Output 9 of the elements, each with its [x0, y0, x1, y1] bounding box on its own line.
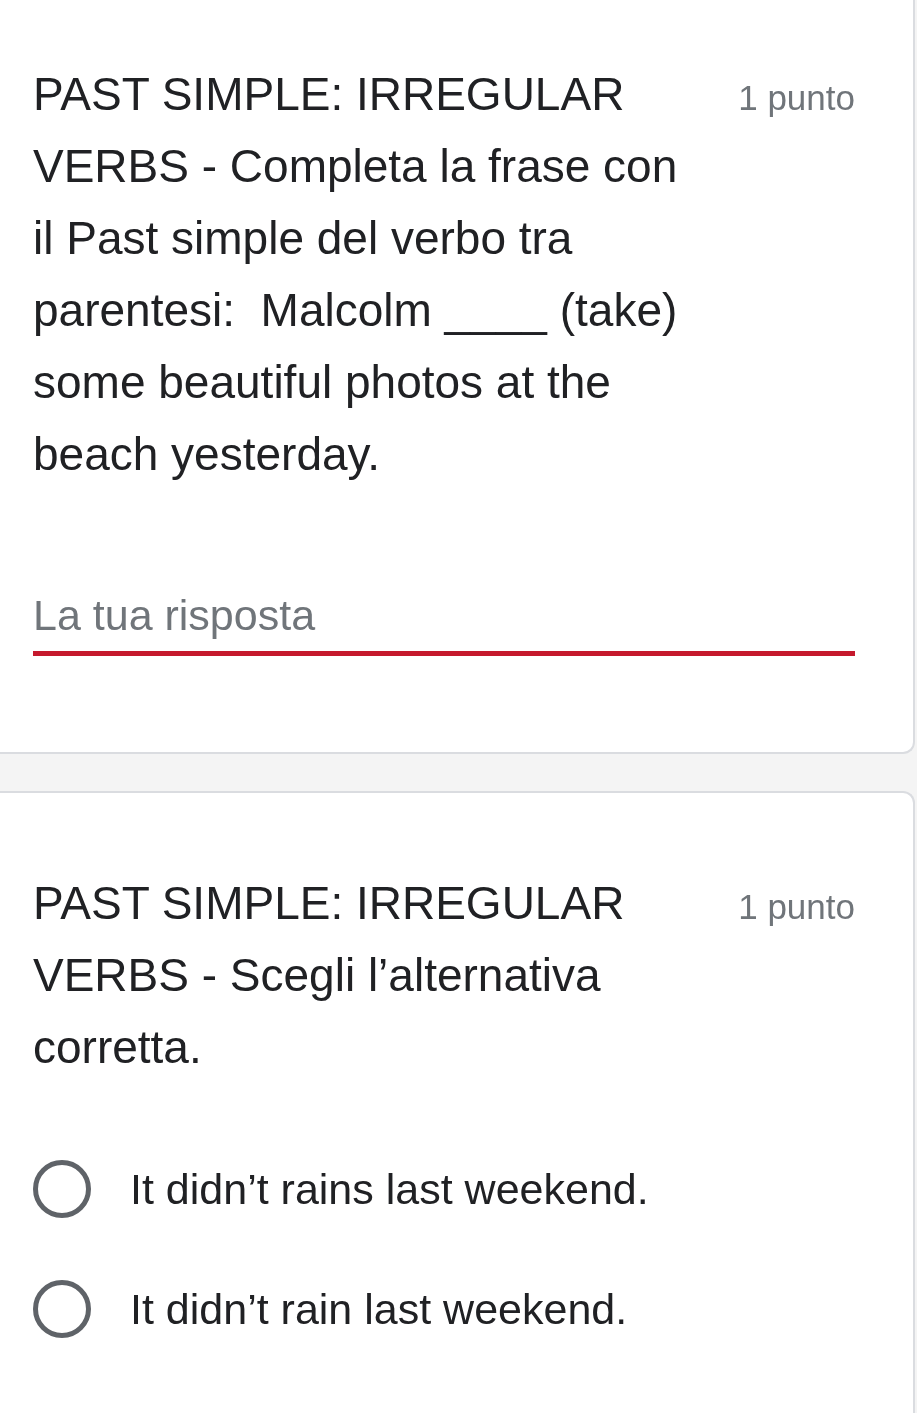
points-label: 1 punto — [738, 887, 855, 927]
option-label[interactable]: It didn’t rains last weekend. — [130, 1159, 649, 1219]
option-label[interactable]: It didn’t rain last weekend. — [130, 1279, 628, 1339]
radio-button[interactable] — [33, 1280, 91, 1338]
points-label: 1 punto — [738, 78, 855, 118]
question-title: PAST SIMPLE: IRREGULAR VERBS - Scegli l’alternativa corretta. — [33, 876, 626, 1075]
question-title: PAST SIMPLE: IRREGULAR VERBS - Completa la frase con il Past simple del verbo tra parentesi: Malcolm ____ (take) some beautiful photos at the beach yesterday. — [33, 67, 679, 482]
answer-field[interactable]: La tua risposta — [33, 592, 855, 656]
radio-button[interactable] — [33, 1160, 91, 1218]
